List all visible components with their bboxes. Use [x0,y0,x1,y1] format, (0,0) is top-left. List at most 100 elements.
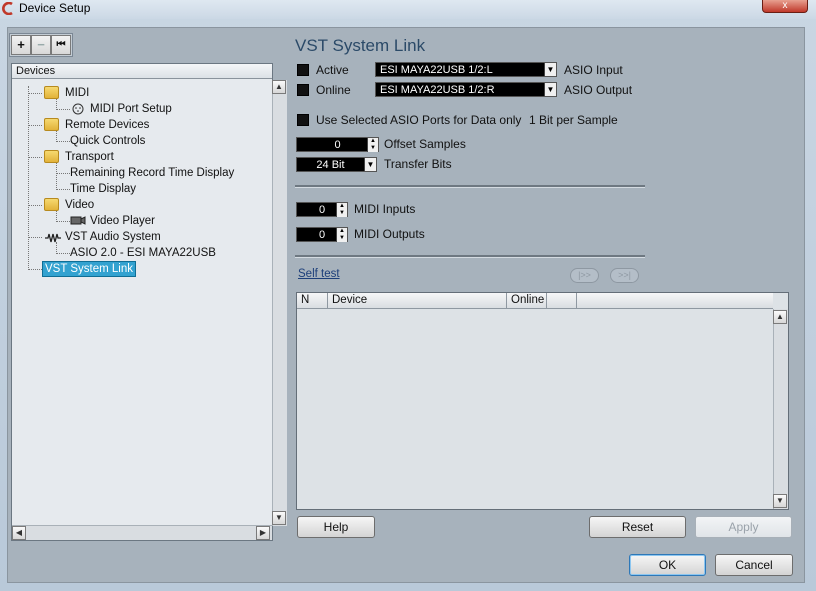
tree-connector [56,109,70,110]
remove-device-button[interactable]: − [31,35,51,55]
tree-vertical-scrollbar[interactable] [272,80,287,526]
spinner-up-icon[interactable]: ▲ [336,228,347,235]
add-device-button[interactable]: + [11,35,31,55]
midi-inputs-value: 0 [318,204,326,216]
spinner-up-icon[interactable]: ▲ [367,138,378,145]
tree-connector [56,221,70,222]
midi-outputs-spinner[interactable]: 0 ▲ ▼ [296,227,348,242]
tree-connector [56,173,70,174]
offset-samples-value: 0 [334,139,341,151]
online-checkbox[interactable] [297,84,309,96]
tree-connector [28,205,42,206]
divider [295,185,645,188]
asio-input-label: ASIO Input [564,63,623,77]
spinner-up-icon[interactable]: ▲ [336,203,347,210]
active-label: Active [316,63,349,77]
audio-system-icon [45,233,61,243]
tree-item-video[interactable]: Video [65,198,94,212]
reset-button[interactable]: Reset [589,516,686,538]
previous-device-button[interactable]: |>> [570,268,599,283]
active-checkbox[interactable] [297,64,309,76]
tree-connector [56,162,57,190]
table-vertical-scrollbar[interactable] [773,309,788,509]
column-header-extra[interactable] [547,293,577,309]
tree-item-remaining-record-time[interactable]: Remaining Record Time Display [70,166,234,180]
window-title: Device Setup [19,1,91,15]
divider [295,255,645,258]
offset-samples-label: Offset Samples [384,137,466,151]
scroll-up-arrow-icon[interactable]: ▲ [773,310,787,324]
chevron-down-icon: ▼ [544,83,556,96]
folder-icon [44,198,59,211]
tree-connector [28,269,42,270]
tree-header: Devices [12,64,272,79]
column-header-device[interactable]: Device [328,293,507,309]
tree-connector [28,86,29,270]
column-header-n[interactable]: N [297,293,328,309]
tree-connector [28,237,42,238]
spinner-down-icon[interactable]: ▼ [336,235,347,242]
tree-item-midi[interactable]: MIDI [65,86,89,100]
offset-samples-spinner[interactable]: 0 ▲ ▼ [296,137,379,152]
folder-icon [44,150,59,163]
apply-button[interactable]: Apply [695,516,792,538]
scroll-up-arrow-icon[interactable]: ▲ [272,80,286,94]
online-label: Online [316,83,351,97]
help-button[interactable]: Help [297,516,375,538]
tree-item-time-display[interactable]: Time Display [70,182,136,196]
tree-item-quick-controls[interactable]: Quick Controls [70,134,145,148]
midi-inputs-label: MIDI Inputs [354,202,416,216]
scroll-down-arrow-icon[interactable]: ▼ [773,494,787,508]
scroll-right-arrow-icon[interactable]: ▶ [256,526,270,540]
tree-connector [56,141,70,142]
bit-per-sample-text: 1 Bit per Sample [529,113,618,127]
tree-item-video-player[interactable]: Video Player [90,214,155,228]
ok-button[interactable]: OK [629,554,706,576]
column-header-online[interactable]: Online [507,293,547,309]
asio-output-label: ASIO Output [564,83,633,97]
asio-input-value: ESI MAYA22USB 1/2:L [380,64,493,76]
midi-port-icon [72,103,84,115]
tree-item-vst-system-link[interactable]: VST System Link [42,261,136,277]
transfer-bits-value: 24 Bit [316,159,345,171]
use-selected-ports-label: Use Selected ASIO Ports for Data only [316,113,522,127]
scroll-left-arrow-icon[interactable]: ◀ [12,526,26,540]
column-header-filler [577,293,773,309]
midi-inputs-spinner[interactable]: 0 ▲ ▼ [296,202,348,217]
tree-connector [56,253,70,254]
asio-input-select[interactable]: ESI MAYA22USB 1/2:L ▼ [375,62,557,77]
tree-connector [56,189,70,190]
tree-item-vst-audio-system[interactable]: VST Audio System [65,230,161,244]
video-player-icon [70,216,86,225]
chevron-down-icon: ▼ [544,63,556,76]
title-bar[interactable]: Device Setup x [0,0,816,19]
folder-icon [44,86,59,99]
cubase-logo-icon [2,2,13,15]
chevron-down-icon: ▼ [364,158,376,171]
device-setup-window: Device Setup x + − ⏮ Devices MIDI MIDI P… [0,0,816,591]
tree-item-midi-port-setup[interactable]: MIDI Port Setup [90,102,172,116]
cancel-button[interactable]: Cancel [715,554,793,576]
use-selected-ports-checkbox[interactable] [297,114,309,126]
tree-item-asio-driver[interactable]: ASIO 2.0 - ESI MAYA22USB [70,246,216,260]
transfer-bits-label: Transfer Bits [384,157,452,171]
next-device-button[interactable]: >>| [610,268,639,283]
self-test-link[interactable]: Self test [298,268,340,280]
device-tree: Devices MIDI MIDI Port Setup Remote Devi… [11,63,287,541]
close-window-button[interactable]: x [762,0,808,13]
device-table: N Device Online ▲ ▼ [296,292,789,510]
scroll-down-arrow-icon[interactable]: ▼ [272,511,286,525]
asio-output-value: ESI MAYA22USB 1/2:R [380,84,495,96]
tree-item-transport[interactable]: Transport [65,150,114,164]
spinner-down-icon[interactable]: ▼ [336,210,347,217]
asio-output-select[interactable]: ESI MAYA22USB 1/2:R ▼ [375,82,557,97]
reset-device-button[interactable]: ⏮ [51,35,71,55]
spinner-down-icon[interactable]: ▼ [367,145,378,152]
tree-connector [28,125,42,126]
midi-outputs-value: 0 [318,229,326,241]
tree-horizontal-scrollbar[interactable] [12,525,272,540]
tree-connector [28,157,42,158]
midi-outputs-label: MIDI Outputs [354,227,425,241]
tree-item-remote-devices[interactable]: Remote Devices [65,118,149,132]
transfer-bits-select[interactable]: 24 Bit ▼ [296,157,377,172]
